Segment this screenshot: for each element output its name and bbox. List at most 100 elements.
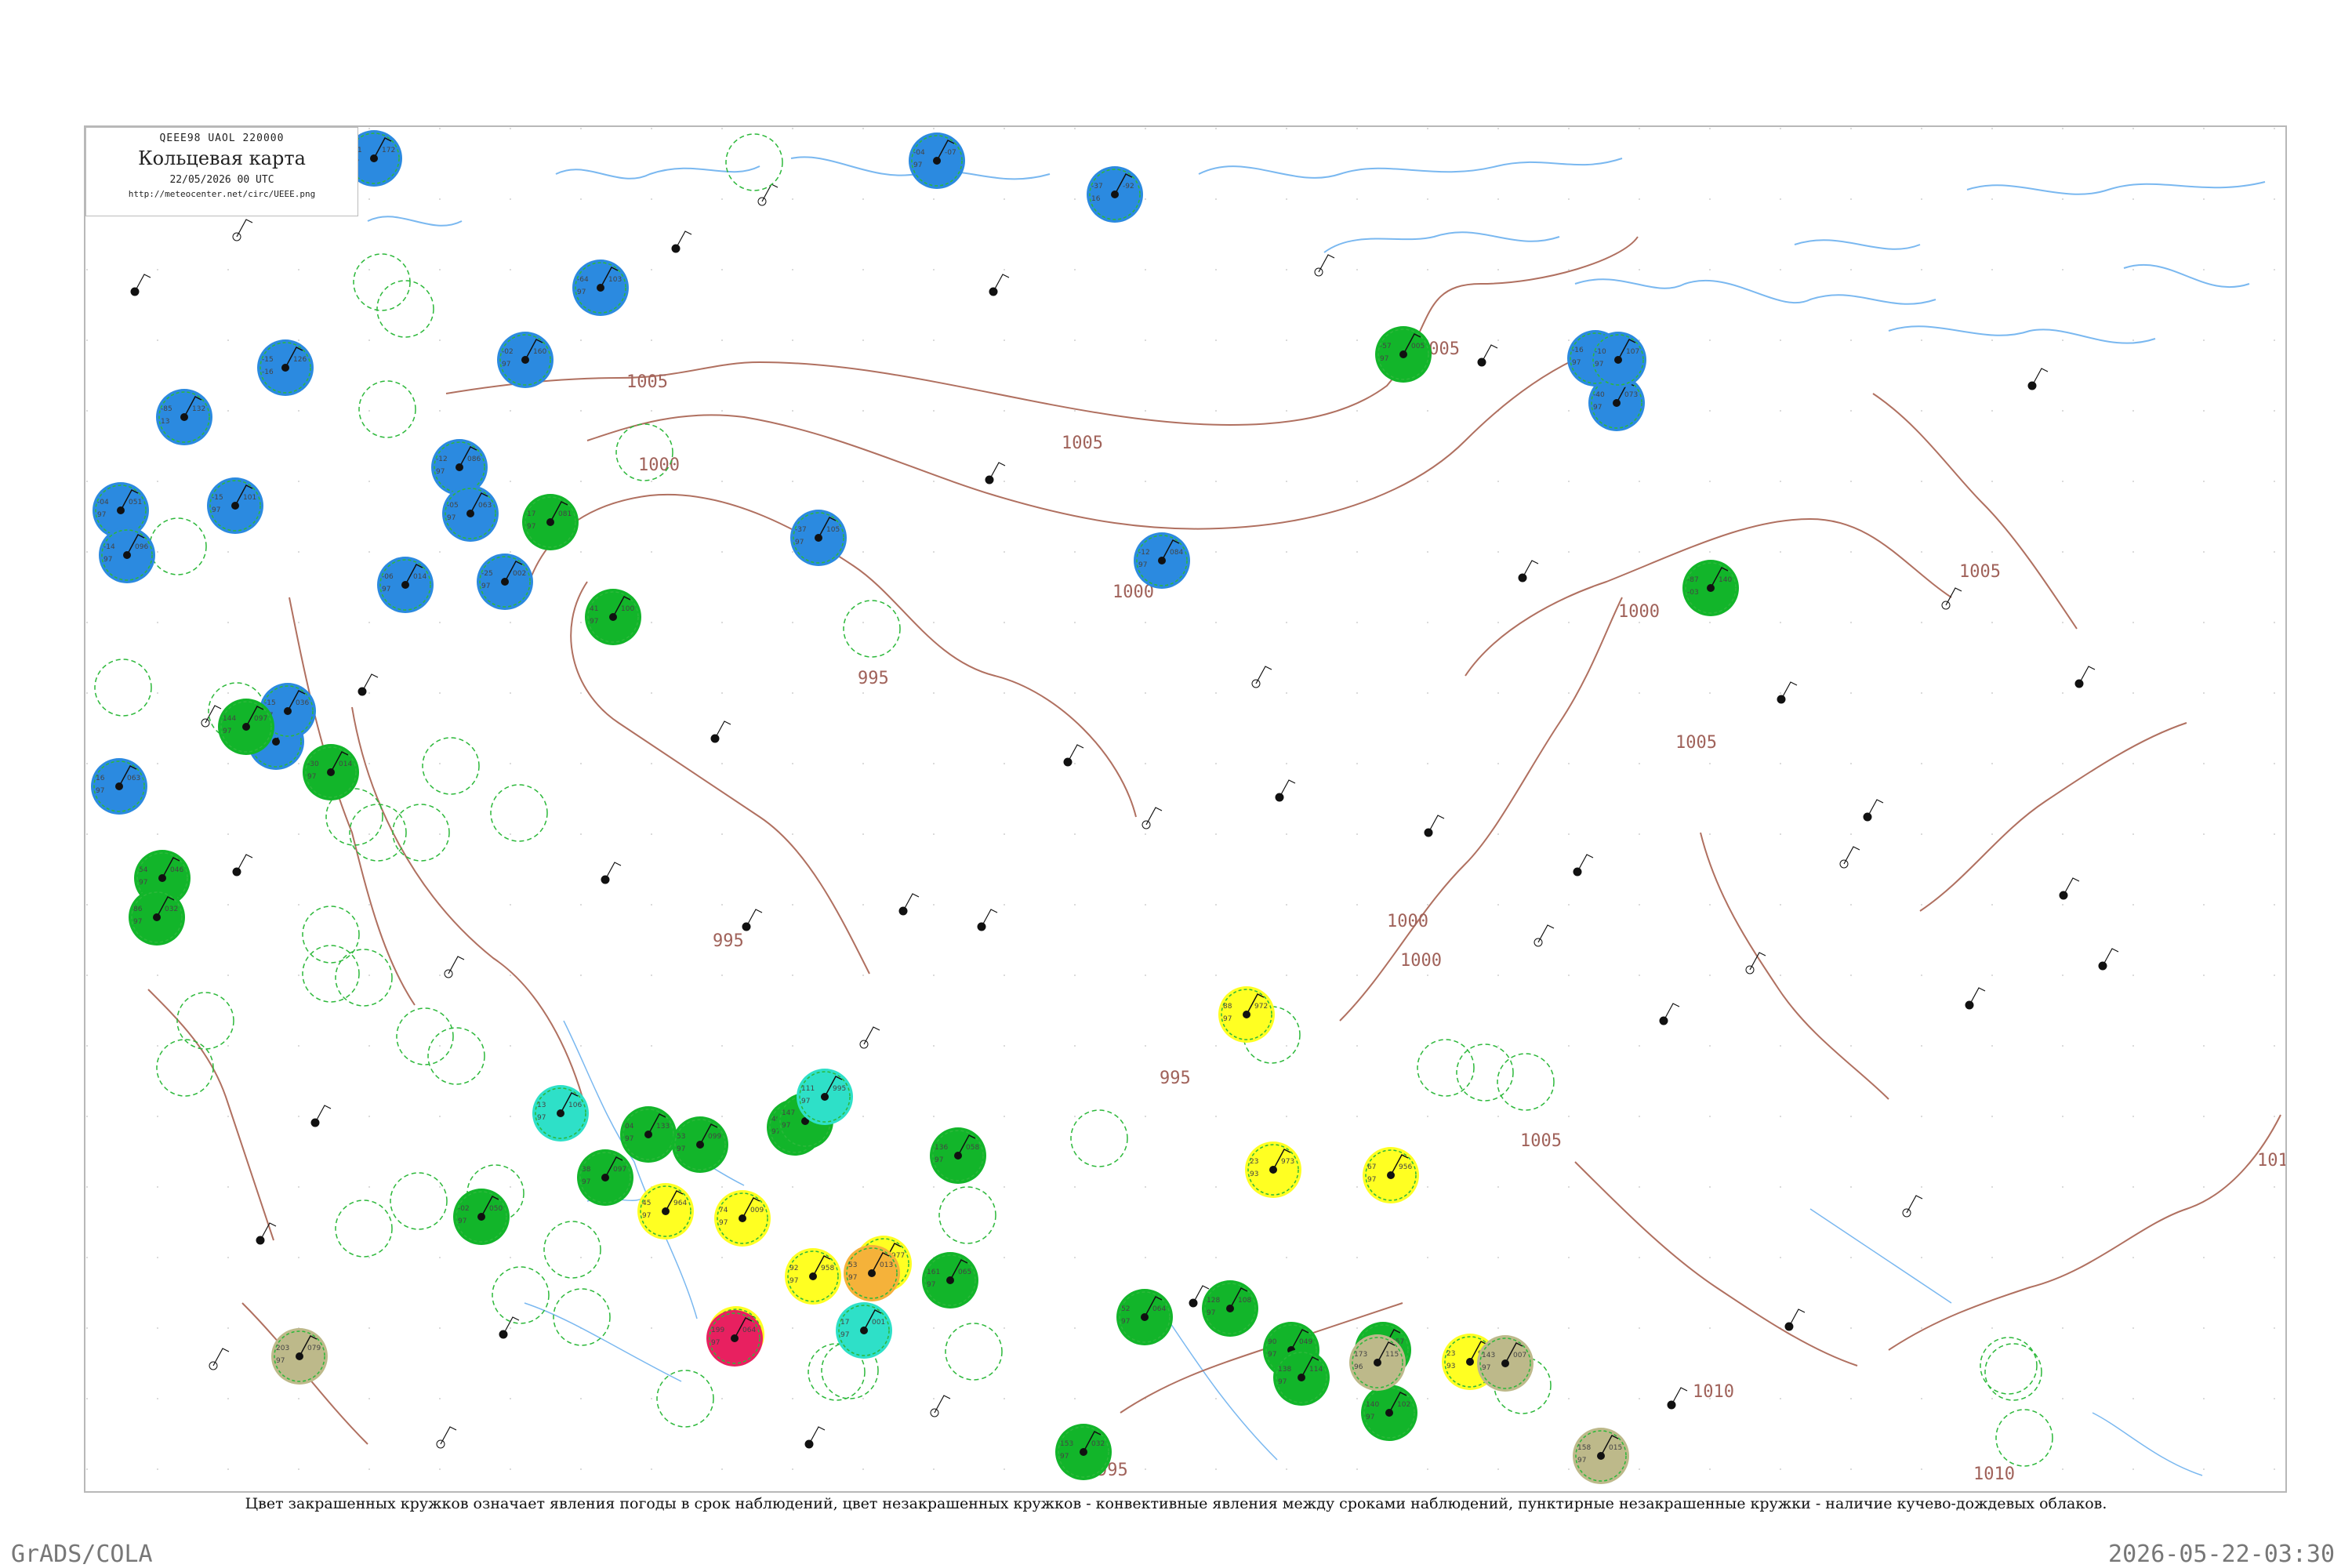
station-marker-blue[interactable]: -15 101 97 [207, 477, 263, 534]
station-marker-green[interactable]: 144 097 97 [218, 699, 274, 755]
station-value: 073 [1624, 391, 1638, 399]
station-marker-yellow[interactable]: 74 009 97 [714, 1190, 771, 1247]
station-value: -37 [795, 526, 807, 534]
station-value: 16 [96, 775, 105, 782]
station-value: 096 [135, 543, 148, 551]
station-marker-green[interactable]: 161 065 97 [922, 1252, 978, 1308]
station-marker-cyan[interactable]: 111 995 97 [797, 1069, 853, 1125]
station-marker-olive[interactable]: 143 007 97 [1477, 1335, 1534, 1392]
legend-caption: Цвет закрашенных кружков означает явлени… [245, 1495, 2107, 1512]
station-marker-blue[interactable]: -05 063 97 [442, 485, 499, 542]
source-url[interactable]: http://meteocenter.net/circ/UEEE.png [86, 189, 358, 199]
station-marker-green[interactable]: 53 099 97 [672, 1116, 728, 1173]
station-value: 172 [382, 147, 395, 154]
station-value: 126 [293, 356, 307, 364]
station-marker-yellow[interactable]: 67 956 97 [1363, 1147, 1419, 1203]
station-value: -06 [382, 573, 394, 581]
station-marker-yellow[interactable]: 92 958 97 [785, 1248, 841, 1305]
station-marker-blue[interactable]: -37 105 97 [790, 510, 847, 566]
station-marker-blue[interactable]: -10 107 97 [1590, 332, 1646, 388]
station-marker-blue[interactable]: -37 -92 16 [1087, 166, 1143, 223]
station-value: 007 [1513, 1352, 1526, 1359]
station-marker-blue[interactable]: -85 132 13 [156, 389, 212, 445]
station-value: 52 [1121, 1305, 1130, 1313]
station-marker-blue[interactable]: -25 002 97 [477, 554, 533, 610]
station-marker-green[interactable]: -87 140 -03 [1682, 560, 1739, 616]
station-marker-blue[interactable]: -06 014 97 [377, 557, 434, 613]
station-value: 064 [742, 1327, 756, 1334]
station-value: 013 [880, 1261, 893, 1269]
station-value: 86 [133, 906, 143, 913]
isobar-label: 995 [713, 931, 744, 951]
station-marker-green[interactable]: 04 133 97 [620, 1106, 677, 1163]
station-value: 93 [1250, 1171, 1258, 1178]
station-marker-olive[interactable]: 173 115 96 [1349, 1334, 1406, 1391]
isobar-label: 1010 [1973, 1465, 2015, 1484]
station-value: 103 [608, 276, 622, 284]
station-marker-cyan[interactable]: 13 106 97 [532, 1085, 589, 1142]
station-value: 099 [708, 1133, 721, 1141]
station-value: -02 [502, 348, 514, 356]
station-value: 53 [677, 1133, 685, 1141]
station-marker-green[interactable]: 86 032 97 [129, 889, 185, 946]
station-value: 97 [848, 1274, 857, 1282]
station-value: -64 [577, 276, 589, 284]
isobar-label: 1000 [1618, 602, 1660, 622]
station-marker-yellow[interactable]: 23 973 93 [1245, 1142, 1301, 1198]
station-value: 964 [673, 1200, 687, 1207]
station-value: 97 [1367, 1176, 1376, 1184]
station-value: 67 [1367, 1163, 1376, 1171]
station-value: 97 [795, 539, 804, 546]
station-marker-olive[interactable]: 203 079 97 [271, 1328, 328, 1385]
station-value: 97 [103, 556, 112, 564]
station-value: 97 [1593, 404, 1602, 412]
station-marker-green[interactable]: 140 102 97 [1361, 1385, 1417, 1441]
station-marker-green[interactable]: 38 097 97 [577, 1149, 633, 1206]
station-value: 97 [1223, 1015, 1232, 1023]
station-value: 23 [1250, 1158, 1258, 1166]
footer-credit: GrADS/COLA [11, 1541, 153, 1568]
station-marker-orange[interactable]: 53 013 97 [844, 1245, 900, 1301]
station-value: 38 [582, 1166, 591, 1174]
station-value: 032 [1091, 1440, 1105, 1448]
station-marker-yellow[interactable]: 45 964 97 [637, 1183, 694, 1240]
station-value: 97 [789, 1277, 798, 1285]
weather-map[interactable]: 1005 1000 995 1005 1000 1005 1000 1005 1… [84, 125, 2287, 1493]
station-marker-green[interactable]: 136 058 97 [930, 1127, 986, 1184]
station-marker-green[interactable]: 128 108 97 [1202, 1280, 1258, 1337]
station-value: 97 [913, 162, 922, 169]
station-value: 009 [750, 1207, 764, 1214]
station-value: 153 [1060, 1440, 1073, 1448]
station-marker-green[interactable]: -02 050 97 [453, 1189, 510, 1245]
station-marker-yellow[interactable]: 88 972 97 [1218, 986, 1275, 1043]
station-marker-blue[interactable]: -12 084 97 [1134, 532, 1190, 589]
station-value: 958 [821, 1265, 834, 1272]
station-marker-green[interactable]: 17 081 97 [522, 494, 579, 550]
station-marker-cyan[interactable]: 17 001 97 [836, 1302, 892, 1359]
station-marker-blue[interactable]: -04 -07 97 [909, 132, 965, 189]
station-marker-green[interactable]: 52 064 97 [1116, 1289, 1173, 1345]
station-value: 04 [625, 1123, 634, 1131]
station-marker-green[interactable]: -57 005 97 [1375, 326, 1432, 383]
station-value: 97 [840, 1331, 849, 1339]
isobar-label: 1000 [1400, 951, 1442, 971]
station-marker-green[interactable]: -30 014 97 [303, 744, 359, 800]
station-marker-green[interactable]: 138 114 97 [1273, 1349, 1330, 1406]
station-value: 102 [1397, 1401, 1410, 1409]
station-value: -12 [1138, 549, 1150, 557]
station-marker-blue[interactable]: -15 126 -16 [257, 339, 314, 396]
station-marker-red[interactable]: 199 064 97 [706, 1310, 763, 1367]
station-marker-green[interactable]: 153 032 97 [1055, 1424, 1112, 1480]
station-marker-blue[interactable]: -14 096 97 [99, 527, 155, 583]
station-value: 063 [127, 775, 140, 782]
station-value: 97 [582, 1178, 590, 1186]
station-value: 158 [1577, 1444, 1591, 1452]
station-value: 050 [489, 1205, 503, 1213]
station-marker-blue[interactable]: -02 160 97 [497, 332, 554, 388]
station-marker-blue[interactable]: 16 063 97 [91, 758, 147, 815]
station-marker-blue[interactable]: -64 103 97 [572, 260, 629, 316]
station-value: 108 [1238, 1297, 1251, 1305]
station-value: 079 [307, 1345, 321, 1352]
station-marker-olive[interactable]: 158 015 97 [1573, 1428, 1629, 1484]
station-marker-green[interactable]: 41 100 97 [585, 589, 641, 645]
